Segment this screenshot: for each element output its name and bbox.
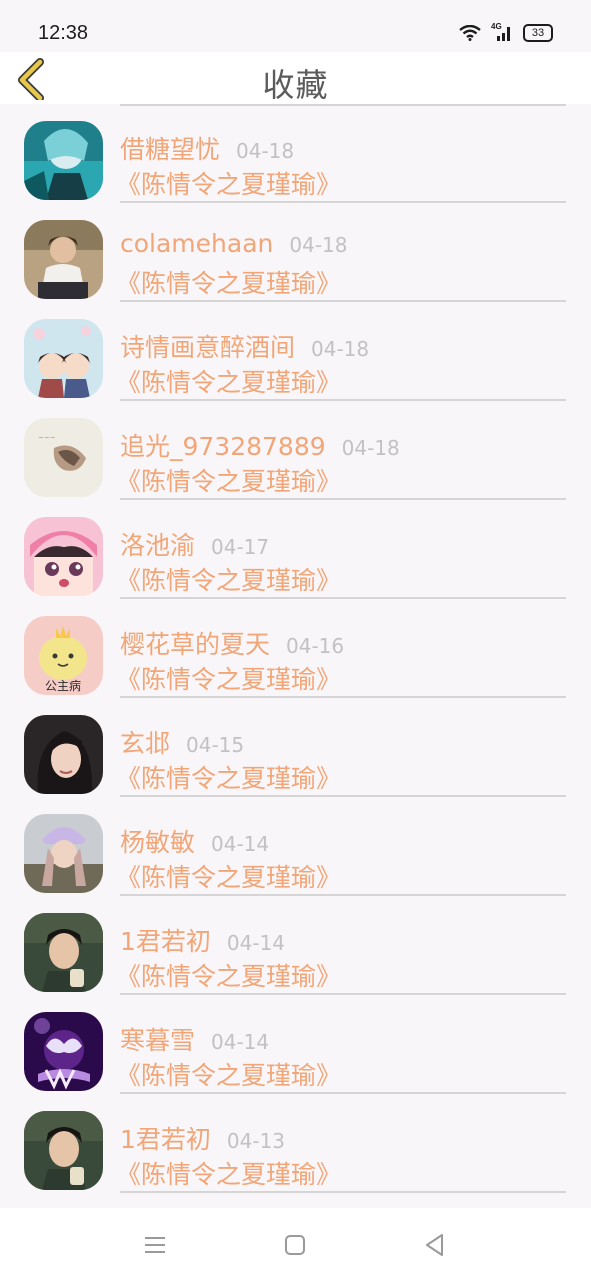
system-nav-bar xyxy=(0,1208,591,1280)
status-icons: 4G 33 xyxy=(459,22,553,42)
wifi-icon xyxy=(459,25,481,41)
favorite-date: 04-14 xyxy=(226,931,286,955)
user-name: 追光_973287889 xyxy=(120,432,326,461)
avatar[interactable] xyxy=(24,121,103,200)
user-name: 诗情画意醉酒间 xyxy=(120,333,296,362)
favorite-date: 04-18 xyxy=(341,436,400,460)
favorite-user: 追光_973287889 04-18 xyxy=(120,427,400,463)
favorite-date: 04-18 xyxy=(289,233,348,257)
favorite-date: 04-16 xyxy=(286,634,345,658)
book-title[interactable]: 《陈情令之夏瑾瑜》 xyxy=(116,363,341,399)
user-name: 樱花草的夏天 xyxy=(120,630,271,659)
user-name: colamehaan xyxy=(120,229,274,258)
user-name: 借糖望忧 xyxy=(120,135,221,164)
favorite-date: 04-13 xyxy=(226,1129,286,1153)
favorite-date: 04-17 xyxy=(211,535,270,559)
favorite-user: 洛池渝 04-17 xyxy=(120,526,269,562)
user-name: 杨敏敏 xyxy=(120,828,196,857)
book-title[interactable]: 《陈情令之夏瑾瑜》 xyxy=(116,660,341,696)
avatar[interactable] xyxy=(24,319,103,398)
cellular-icon: 4G xyxy=(491,22,513,41)
book-title[interactable]: 《陈情令之夏瑾瑜》 xyxy=(116,561,341,597)
avatar-caption: 公主病 xyxy=(45,678,81,693)
list-item[interactable]: 玄邶 04-15 《陈情令之夏瑾瑜》 xyxy=(0,698,591,797)
avatar[interactable] xyxy=(24,715,103,794)
status-time: 12:38 xyxy=(38,22,89,44)
list-item[interactable]: 杨敏敏 04-14 《陈情令之夏瑾瑜》 xyxy=(0,797,591,896)
svg-text:~~~: ~~~ xyxy=(38,434,56,442)
avatar[interactable]: ~~~ xyxy=(24,418,103,497)
favorite-user: 1君若初 04-13 xyxy=(120,1120,285,1156)
favorite-user: 杨敏敏 04-14 xyxy=(120,823,269,859)
avatar[interactable] xyxy=(24,1012,103,1091)
book-title[interactable]: 《陈情令之夏瑾瑜》 xyxy=(116,858,341,894)
list-item[interactable]: 1君若初 04-14 《陈情令之夏瑾瑜》 xyxy=(0,896,591,995)
divider xyxy=(120,1191,566,1193)
book-title[interactable]: 《陈情令之夏瑾瑜》 xyxy=(116,462,341,498)
page-title: 收藏 xyxy=(262,66,329,104)
list-item[interactable]: ~~~ 追光_973287889 04-18 《陈情令之夏瑾瑜》 xyxy=(0,401,591,500)
user-name: 玄邶 xyxy=(120,729,171,758)
favorite-user: 樱花草的夏天 04-16 xyxy=(120,625,344,661)
book-title[interactable]: 《陈情令之夏瑾瑜》 xyxy=(116,264,341,300)
battery-icon: 33 xyxy=(523,24,553,42)
book-title[interactable]: 《陈情令之夏瑾瑜》 xyxy=(116,165,341,201)
list-item[interactable]: 洛池渝 04-17 《陈情令之夏瑾瑜》 xyxy=(0,500,591,599)
favorite-user: 1君若初 04-14 xyxy=(120,922,285,958)
list-item[interactable]: 借糖望忧 04-18 《陈情令之夏瑾瑜》 xyxy=(0,104,591,203)
avatar[interactable] xyxy=(24,814,103,893)
list-item[interactable]: 公主病 樱花草的夏天 04-16 《陈情令之夏瑾瑜》 xyxy=(0,599,591,698)
header-bar: 收藏 xyxy=(0,52,591,104)
book-title[interactable]: 《陈情令之夏瑾瑜》 xyxy=(116,1155,341,1191)
favorite-user: 寒暮雪 04-14 xyxy=(120,1021,269,1057)
network-label: 4G xyxy=(491,22,502,31)
list-item[interactable]: 诗情画意醉酒间 04-18 《陈情令之夏瑾瑜》 xyxy=(0,302,591,401)
favorite-user: colamehaan 04-18 xyxy=(120,229,348,258)
favorite-date: 04-14 xyxy=(211,1030,270,1054)
user-name: 洛池渝 xyxy=(120,531,196,560)
avatar[interactable] xyxy=(24,1111,103,1190)
list-item[interactable]: colamehaan 04-18 《陈情令之夏瑾瑜》 xyxy=(0,203,591,302)
favorite-user: 玄邶 04-15 xyxy=(120,724,244,760)
favorite-user: 诗情画意醉酒间 04-18 xyxy=(120,328,369,364)
book-title[interactable]: 《陈情令之夏瑾瑜》 xyxy=(116,1056,341,1092)
book-title[interactable]: 《陈情令之夏瑾瑜》 xyxy=(116,759,341,795)
user-name: 1君若初 xyxy=(120,1125,211,1154)
avatar[interactable]: 公主病 xyxy=(24,616,103,695)
favorite-user: 借糖望忧 04-18 xyxy=(120,130,294,166)
favorite-date: 04-14 xyxy=(211,832,270,856)
list-item[interactable]: 1君若初 04-13 《陈情令之夏瑾瑜》 xyxy=(0,1094,591,1193)
menu-icon[interactable] xyxy=(140,1230,170,1260)
favorite-date: 04-18 xyxy=(311,337,370,361)
favorite-date: 04-18 xyxy=(236,139,295,163)
favorite-date: 04-15 xyxy=(186,733,245,757)
user-name: 1君若初 xyxy=(120,927,211,956)
avatar[interactable] xyxy=(24,913,103,992)
avatar[interactable] xyxy=(24,220,103,299)
user-name: 寒暮雪 xyxy=(120,1026,196,1055)
home-icon[interactable] xyxy=(280,1230,310,1260)
avatar[interactable] xyxy=(24,517,103,596)
back-icon[interactable] xyxy=(420,1230,450,1260)
list-item[interactable]: 寒暮雪 04-14 《陈情令之夏瑾瑜》 xyxy=(0,995,591,1094)
book-title[interactable]: 《陈情令之夏瑾瑜》 xyxy=(116,957,341,993)
status-bar: 12:38 4G 33 xyxy=(0,0,591,52)
